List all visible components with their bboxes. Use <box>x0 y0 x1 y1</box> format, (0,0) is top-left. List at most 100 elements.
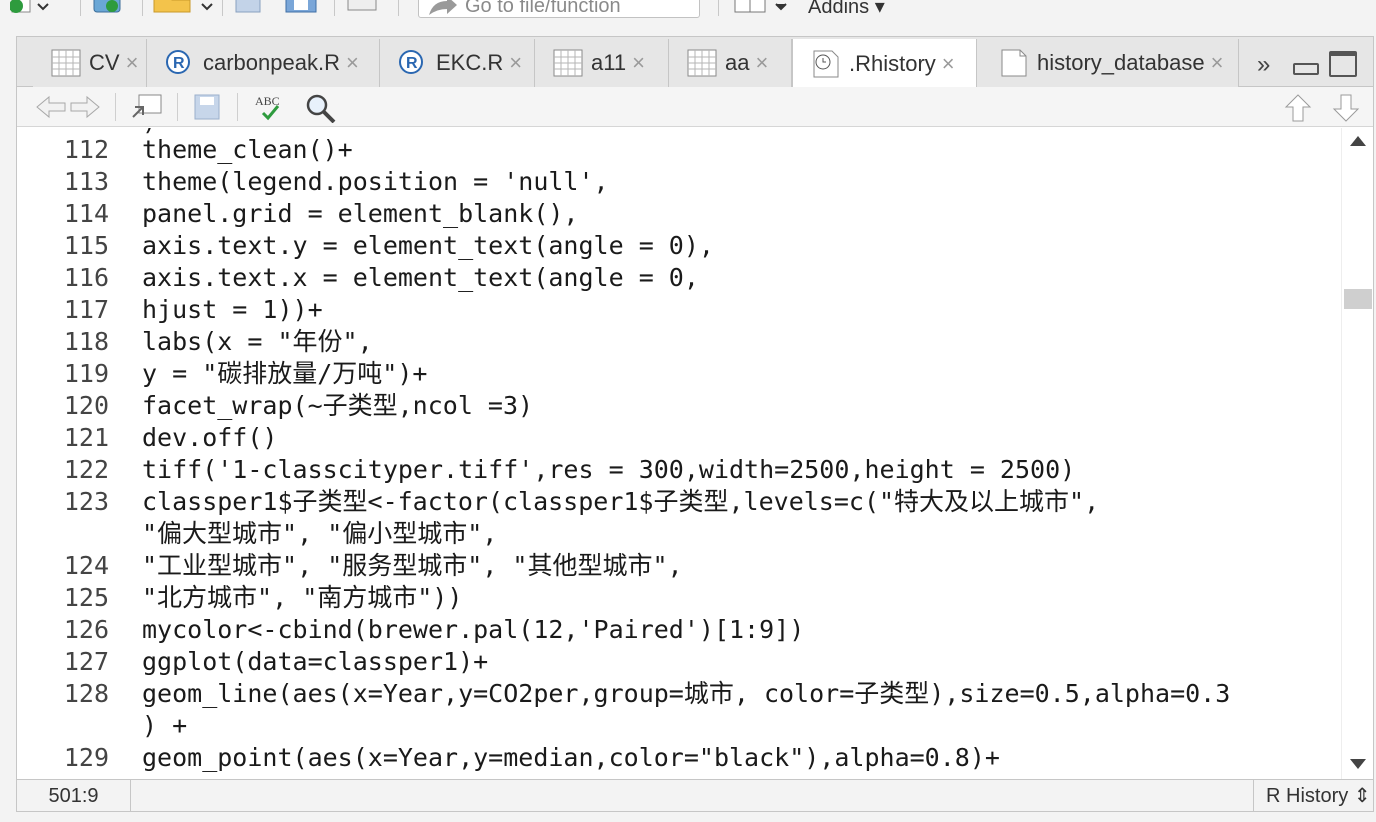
code-line: 126 mycolor<-cbind(brewer.pal(12,'Paired'… <box>17 614 1341 646</box>
tab-carbonpeak-r[interactable]: R carbonpeak.R × <box>147 39 380 87</box>
line-number: 122 <box>63 455 109 484</box>
close-icon[interactable]: × <box>755 50 768 76</box>
save-icon[interactable] <box>234 0 264 18</box>
code-line: 119 y = "碳排放量/万吨")+ <box>17 358 1341 390</box>
line-number: 120 <box>63 391 109 420</box>
code-text: dev.off() <box>142 423 278 452</box>
code-text: ) + <box>142 711 188 740</box>
code-line: 113 theme(legend.position = 'null', <box>17 166 1341 198</box>
main-toolbar: Go to file/function Addins ▾ <box>0 0 1376 22</box>
line-number: 125 <box>63 583 109 612</box>
tab-ekc-r[interactable]: R EKC.R × <box>380 39 535 87</box>
code-text: tiff('1-classcityper.tiff',res = 300,wid… <box>142 455 1076 484</box>
line-number: 113 <box>63 167 109 196</box>
svg-text:R: R <box>406 55 418 72</box>
code-text: geom_line(aes(x=Year,y=CO2per,group=城市, … <box>142 679 1231 708</box>
forward-arrow-icon[interactable] <box>67 93 101 126</box>
scrollbar-thumb[interactable] <box>1344 289 1372 309</box>
goto-placeholder: Go to file/function <box>465 0 621 17</box>
source-editor-pane: CV × R carbonpeak.R × R EKC.R × a11 × aa… <box>16 36 1374 812</box>
code-text: "北方城市", "南方城市")) <box>142 583 463 612</box>
tab-aa[interactable]: aa × <box>669 39 792 87</box>
next-down-arrow-icon[interactable] <box>1331 93 1361 128</box>
code-text: theme(legend.position = 'null', <box>142 167 609 196</box>
code-line: 117 hjust = 1))+ <box>17 294 1341 326</box>
svg-text:R: R <box>173 55 185 72</box>
history-icon <box>811 50 841 78</box>
cursor-position: 501:9 <box>17 780 131 812</box>
code-text: geom_point(aes(x=Year,y=median,color="bl… <box>142 743 1000 772</box>
scroll-up-icon[interactable] <box>1350 136 1366 146</box>
code-line: 118 labs(x = "年份", <box>17 326 1341 358</box>
tab-label: history_database <box>1037 50 1205 75</box>
line-number: 121 <box>63 423 109 452</box>
tab-label: EKC.R <box>436 50 504 75</box>
code-text: axis.text.x = element_text(angle = 0, <box>142 263 699 292</box>
print-icon[interactable] <box>346 0 380 18</box>
tab-cv[interactable]: CV × <box>33 39 147 87</box>
previous-up-arrow-icon[interactable] <box>1283 93 1313 128</box>
close-icon[interactable]: × <box>126 50 139 76</box>
code-text: axis.text.y = element_text(angle = 0), <box>142 231 714 260</box>
show-in-window-icon[interactable] <box>131 93 165 126</box>
code-line: 128 geom_line(aes(x=Year,y=CO2per,group=城… <box>17 678 1341 710</box>
line-number: 128 <box>63 679 109 708</box>
chevron-down-icon: ▾ <box>874 0 885 18</box>
code-text: "偏大型城市", "偏小型城市", <box>142 519 498 548</box>
new-project-icon[interactable] <box>90 0 130 18</box>
code-text: labs(x = "年份", <box>142 327 373 356</box>
close-icon[interactable]: × <box>632 50 645 76</box>
vertical-scrollbar[interactable] <box>1341 128 1373 779</box>
code-text: facet_wrap(~子类型,ncol =3) <box>142 391 534 420</box>
close-icon[interactable]: × <box>346 50 359 76</box>
new-file-icon[interactable] <box>9 0 50 18</box>
tab-rhistory[interactable]: .Rhistory × <box>792 39 977 88</box>
code-line: 116 axis.text.x = element_text(angle = 0, <box>17 262 1341 294</box>
tab-label: .Rhistory <box>849 50 936 76</box>
back-arrow-icon[interactable] <box>35 93 69 126</box>
code-text: "工业型城市", "服务型城市", "其他型城市", <box>142 551 683 580</box>
code-line: 112 theme_clean()+ <box>17 134 1341 166</box>
code-line: 122 tiff('1-classcityper.tiff',res = 300,… <box>17 454 1341 486</box>
table-icon <box>687 49 717 77</box>
goto-arrow-icon <box>429 0 457 15</box>
r-file-icon: R <box>398 49 428 77</box>
goto-file-function-input[interactable]: Go to file/function <box>418 0 700 18</box>
r-file-icon: R <box>165 49 195 77</box>
close-icon[interactable]: × <box>942 51 955 77</box>
search-icon[interactable] <box>305 93 339 128</box>
tab-label: aa <box>725 50 750 75</box>
addins-menu[interactable]: Addins ▾ <box>808 0 885 19</box>
tab-history-database[interactable]: history_database × <box>977 39 1239 87</box>
code-line: 127 ggplot(data=classper1)+ <box>17 646 1341 678</box>
save-icon[interactable] <box>193 93 223 126</box>
code-line: 124 "工业型城市", "服务型城市", "其他型城市", <box>17 550 1341 582</box>
line-number: 117 <box>63 295 109 324</box>
maximize-pane-icon[interactable] <box>1329 51 1357 77</box>
line-number: 119 <box>63 359 109 388</box>
file-type-selector[interactable]: R History ⇕ <box>1253 780 1373 812</box>
line-number: 129 <box>63 743 109 772</box>
line-number: 127 <box>63 647 109 676</box>
close-icon[interactable]: × <box>509 50 522 76</box>
open-folder-icon[interactable] <box>152 0 218 18</box>
minimize-pane-icon[interactable] <box>1293 63 1319 75</box>
code-line: 125 "北方城市", "南方城市")) <box>17 582 1341 614</box>
code-line: 114 panel.grid = element_blank(), <box>17 198 1341 230</box>
line-number: 118 <box>63 327 109 356</box>
more-tabs-icon[interactable]: » <box>1257 51 1271 79</box>
file-icon <box>999 49 1029 77</box>
line-number: 124 <box>63 551 109 580</box>
tab-a11[interactable]: a11 × <box>535 39 669 87</box>
code-text: panel.grid = element_blank(), <box>142 199 579 228</box>
code-line-wrapped: "偏大型城市", "偏小型城市", <box>17 518 1341 550</box>
code-editor[interactable]: ) 112theme_clean()+ 113theme(legend.posi… <box>17 128 1341 779</box>
spell-check-icon[interactable]: ABC <box>253 93 293 126</box>
grid-layout-icon[interactable] <box>734 0 798 18</box>
scroll-down-icon[interactable] <box>1350 759 1366 769</box>
code-text: classper1$子类型<-factor(classper1$子类型,leve… <box>142 487 1100 516</box>
close-icon[interactable]: × <box>1211 50 1224 76</box>
line-number: 123 <box>63 487 109 516</box>
save-all-icon[interactable] <box>284 0 320 18</box>
line-number: 115 <box>63 231 109 260</box>
